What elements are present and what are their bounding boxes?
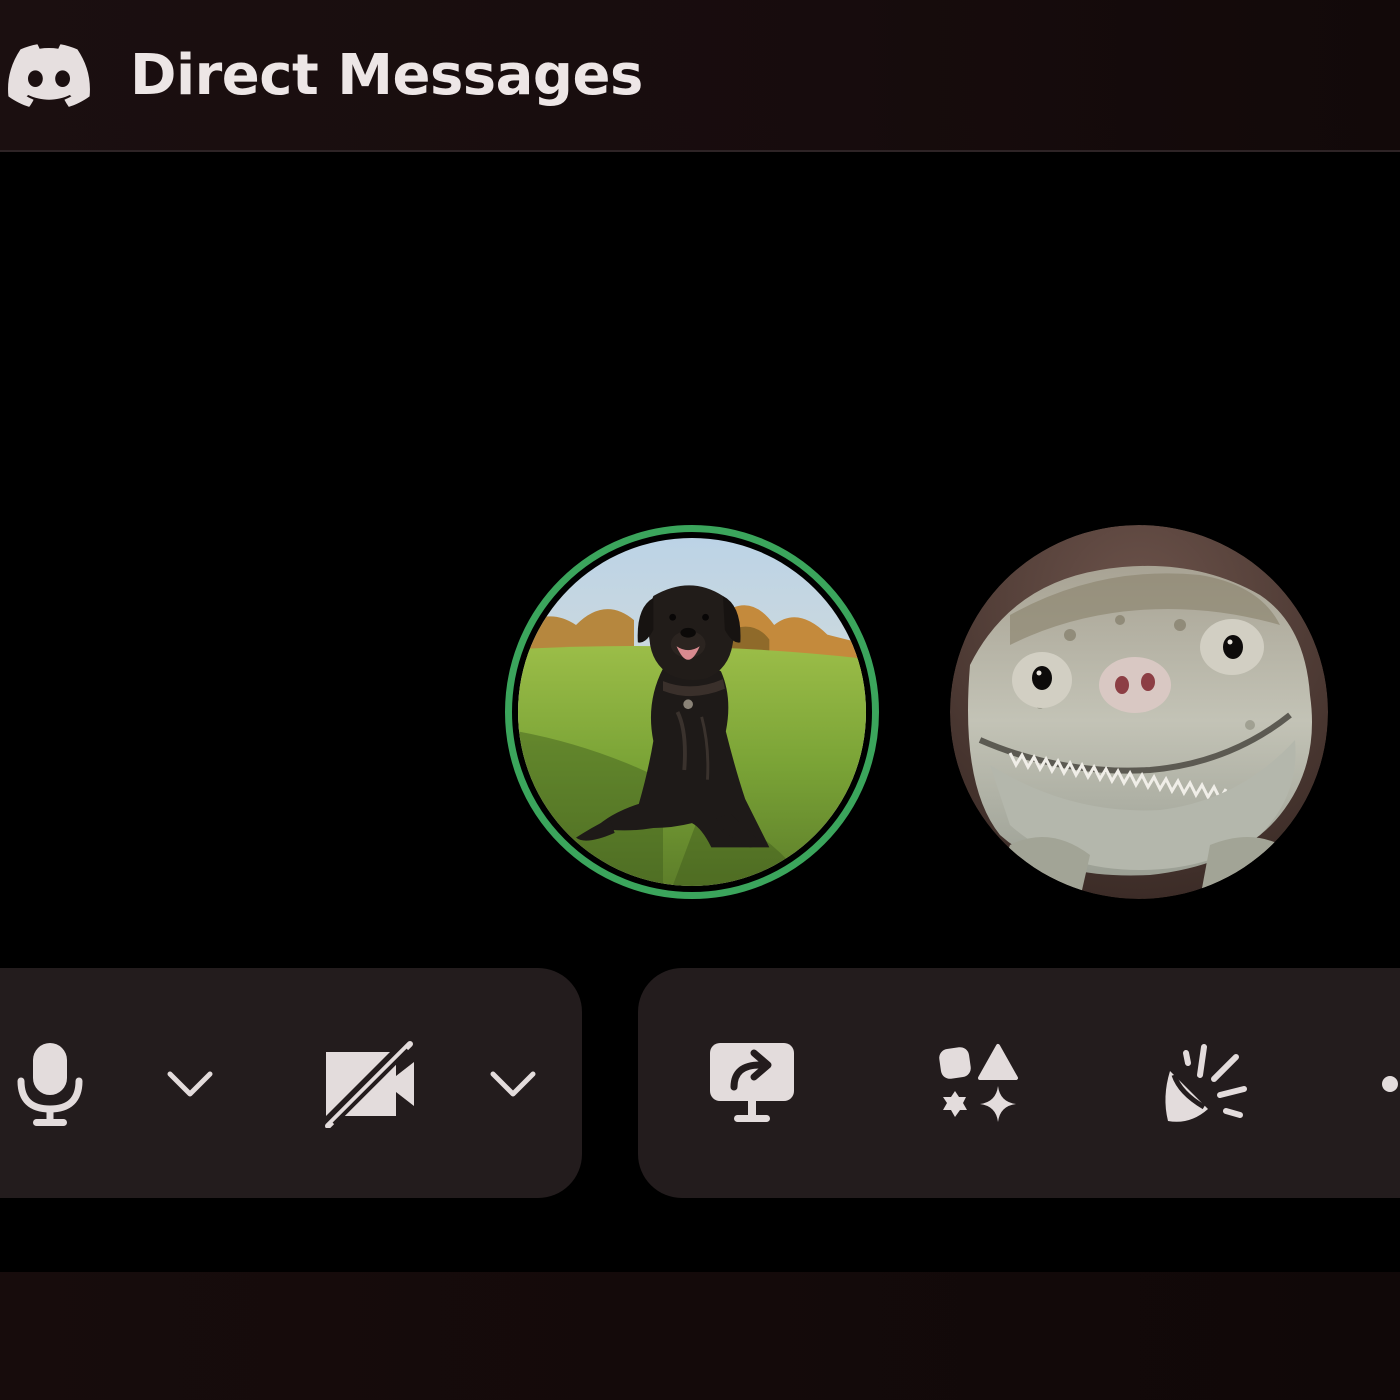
chevron-down-icon <box>490 1071 536 1097</box>
toggle-camera-button[interactable] <box>315 1034 425 1134</box>
video-options-dropdown[interactable] <box>483 1054 543 1114</box>
participant-avatar-lizard[interactable] <box>950 525 1328 899</box>
share-screen-button[interactable] <box>700 1034 804 1134</box>
window-footer <box>0 1272 1400 1400</box>
audio-video-controls <box>0 968 582 1198</box>
more-icon <box>1382 1076 1398 1092</box>
voice-call-window: Direct Messages <box>0 0 1400 1400</box>
call-stage <box>0 152 1400 1272</box>
camera-off-icon <box>325 1041 414 1128</box>
toggle-microphone-button[interactable] <box>0 1034 100 1134</box>
soundboard-icon <box>1165 1044 1247 1122</box>
window-title: Direct Messages <box>130 43 643 108</box>
participant-avatar-dog[interactable] <box>505 525 879 899</box>
more-options-button[interactable] <box>1378 1034 1400 1134</box>
soundboard-button[interactable] <box>1152 1034 1256 1134</box>
microphone-icon <box>17 1043 83 1126</box>
dog-avatar <box>518 538 866 886</box>
activities-button[interactable] <box>926 1034 1030 1134</box>
audio-options-dropdown[interactable] <box>160 1054 220 1114</box>
chevron-down-icon <box>167 1071 213 1097</box>
activity-controls <box>638 968 1400 1198</box>
lizard-avatar <box>950 525 1328 899</box>
activities-icon <box>939 1044 1018 1122</box>
title-bar: Direct Messages <box>0 0 1400 152</box>
screen-share-icon <box>710 1043 794 1122</box>
discord-logo-icon <box>8 44 90 107</box>
